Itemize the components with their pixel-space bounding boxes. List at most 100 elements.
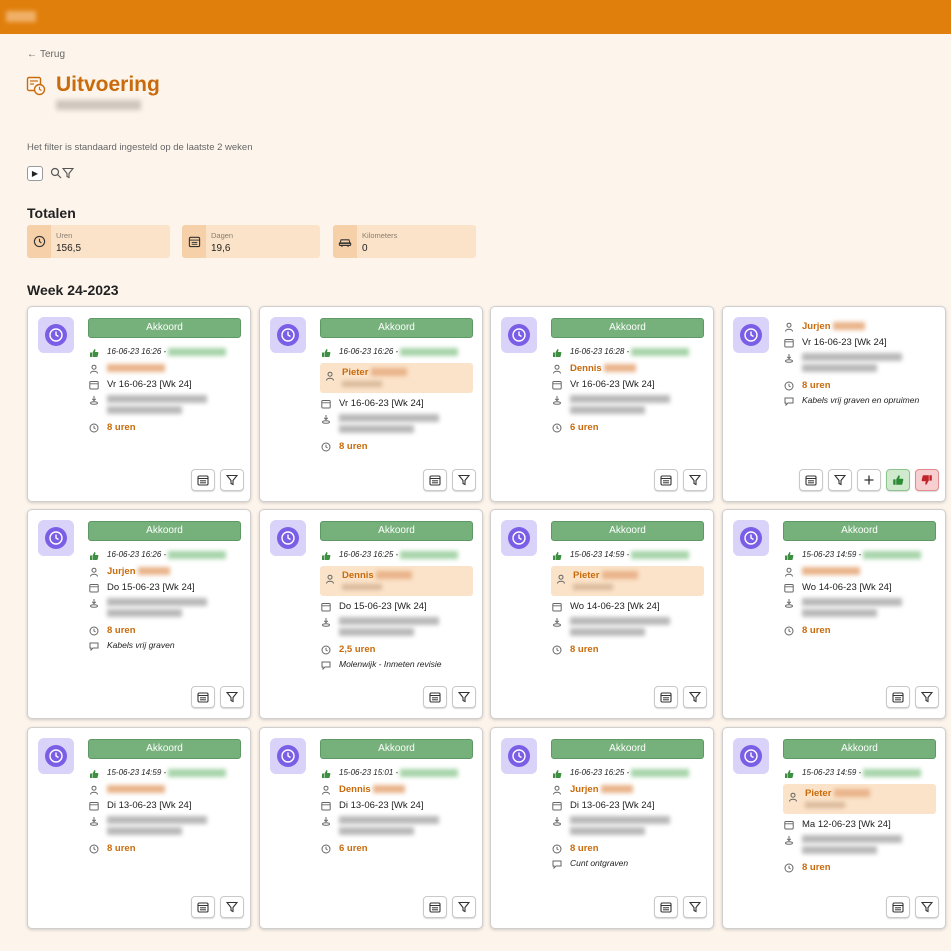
- hours-value: 8 uren: [339, 441, 368, 452]
- filter-button[interactable]: [915, 686, 939, 708]
- filter-button[interactable]: [220, 896, 244, 918]
- calendar-icon: [783, 337, 795, 349]
- approved-timestamp: 15-06-23 14:59 -: [802, 768, 862, 777]
- brand-logo[interactable]: [6, 11, 36, 22]
- entry-type-icon: [733, 738, 769, 774]
- filter-button[interactable]: [452, 686, 476, 708]
- stat-value: 19,6: [211, 243, 231, 254]
- calendar-button[interactable]: [423, 896, 447, 918]
- calendar-icon: [783, 582, 795, 594]
- location-icon: [783, 834, 795, 846]
- calendar-button[interactable]: [191, 686, 215, 708]
- person-surname: [833, 322, 866, 331]
- filter-button[interactable]: [683, 686, 707, 708]
- calendar-button[interactable]: [886, 686, 910, 708]
- card-actions: [423, 469, 476, 491]
- stat-hours: Uren 156,5: [27, 225, 170, 258]
- person-surname: [138, 567, 171, 576]
- filter-button[interactable]: [683, 469, 707, 491]
- address-line: [570, 827, 645, 836]
- approve-button[interactable]: [886, 469, 910, 491]
- work-entry-card[interactable]: Akkoord 16-06-23 16:25 - Dennis Do 15-06-…: [259, 509, 483, 719]
- person-surname: [107, 785, 165, 794]
- calendar-button[interactable]: [654, 896, 678, 918]
- thumbs-up-icon: [551, 768, 563, 780]
- hours-value: 8 uren: [107, 843, 136, 854]
- address-line: [107, 598, 207, 607]
- entry-date: Di 13-06-23 [Wk 24]: [570, 800, 655, 811]
- search-icon[interactable]: [50, 167, 62, 179]
- person-icon: [88, 363, 100, 375]
- location-icon: [88, 815, 100, 827]
- filter-button[interactable]: [220, 686, 244, 708]
- work-entry-card[interactable]: Akkoord 15-06-23 15:01 - Dennis Di 13-06-…: [259, 727, 483, 929]
- reject-button[interactable]: [915, 469, 939, 491]
- calendar-button[interactable]: [654, 686, 678, 708]
- comment-icon: [551, 858, 563, 870]
- person-detail: [342, 584, 382, 590]
- thumbs-up-icon: [783, 550, 795, 562]
- back-link[interactable]: ← Terug: [27, 49, 65, 60]
- location-icon: [783, 597, 795, 609]
- calendar-button[interactable]: [799, 469, 823, 491]
- person-name: Pieter: [573, 570, 600, 581]
- person-icon: [88, 784, 100, 796]
- filter-icon[interactable]: [62, 167, 74, 179]
- stat-label: Uren: [56, 231, 73, 240]
- calendar-button[interactable]: [886, 896, 910, 918]
- add-button[interactable]: [857, 469, 881, 491]
- work-entry-card[interactable]: Akkoord 16-06-23 16:28 - Dennis Vr 16-06-…: [490, 306, 714, 502]
- address-line: [570, 406, 645, 415]
- calendar-button[interactable]: [191, 896, 215, 918]
- work-entry-card[interactable]: Jurjen Vr 16-06-23 [Wk 24] 8 uren Kabels v…: [722, 306, 946, 502]
- person-name: Dennis: [342, 570, 374, 581]
- stat-value: 156,5: [56, 243, 82, 254]
- entry-date: Do 15-06-23 [Wk 24]: [107, 582, 195, 593]
- thumbs-up-icon: [783, 768, 795, 780]
- work-entry-card[interactable]: Akkoord 16-06-23 16:26 - Pieter Vr 16-06-…: [259, 306, 483, 502]
- work-entry-card[interactable]: Akkoord 15-06-23 14:59 - Di 13-06-23 [Wk …: [27, 727, 251, 929]
- calendar-button[interactable]: [654, 469, 678, 491]
- card-actions: [654, 686, 707, 708]
- filter-button[interactable]: [683, 896, 707, 918]
- person-name: Pieter: [805, 788, 832, 799]
- clock-icon: [508, 527, 530, 549]
- approved-timestamp: 16-06-23 16:26 -: [339, 347, 399, 356]
- address-line: [802, 846, 877, 855]
- address-line: [339, 628, 414, 637]
- approved-timestamp: 16-06-23 16:26 -: [107, 550, 167, 559]
- status-badge: Akkoord: [783, 739, 936, 759]
- work-entry-card[interactable]: Akkoord 16-06-23 16:25 - Jurjen Di 13-06-…: [490, 727, 714, 929]
- card-actions: [654, 896, 707, 918]
- approved-timestamp: 16-06-23 16:25 -: [339, 550, 399, 559]
- person-icon: [783, 321, 795, 333]
- entry-date: Ma 12-06-23 [Wk 24]: [802, 819, 891, 830]
- calendar-button[interactable]: [423, 686, 447, 708]
- location-icon: [88, 394, 100, 406]
- work-entry-card[interactable]: Akkoord 15-06-23 14:59 - Pieter Wo 14-06-…: [490, 509, 714, 719]
- approver-name: [631, 550, 690, 559]
- address-line: [802, 364, 877, 373]
- clock-icon: [783, 862, 795, 874]
- work-entry-card[interactable]: Akkoord 16-06-23 16:26 - Jurjen Do 15-06-…: [27, 509, 251, 719]
- calendar-button[interactable]: [423, 469, 447, 491]
- location-icon: [320, 413, 332, 425]
- person-surname: [371, 368, 408, 377]
- filter-button[interactable]: [452, 469, 476, 491]
- card-actions: [191, 686, 244, 708]
- calendar-button[interactable]: [191, 469, 215, 491]
- filter-button[interactable]: [220, 469, 244, 491]
- work-entry-card[interactable]: Akkoord 15-06-23 14:59 - Pieter Ma 12-06-…: [722, 727, 946, 929]
- filter-button[interactable]: [452, 896, 476, 918]
- address-line: [107, 816, 207, 825]
- filter-button[interactable]: [915, 896, 939, 918]
- work-entry-card[interactable]: Akkoord 15-06-23 14:59 - Wo 14-06-23 [Wk …: [722, 509, 946, 719]
- clock-icon: [88, 422, 100, 434]
- person-name: Jurjen: [570, 784, 599, 795]
- filter-button[interactable]: [828, 469, 852, 491]
- entry-date: Vr 16-06-23 [Wk 24]: [107, 379, 192, 390]
- stat-kilometers: Kilometers 0: [333, 225, 476, 258]
- person-name: Jurjen: [107, 566, 136, 577]
- work-entry-card[interactable]: Akkoord 16-06-23 16:26 - Vr 16-06-23 [Wk …: [27, 306, 251, 502]
- expand-filter-button[interactable]: ▶: [27, 166, 43, 181]
